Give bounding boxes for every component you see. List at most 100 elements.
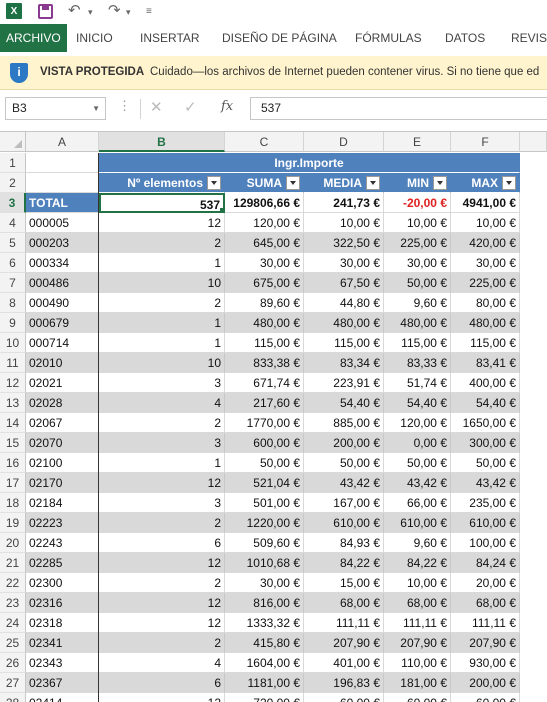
row-header[interactable]: 10 [0,333,26,353]
cell[interactable]: 3 [99,373,225,393]
select-all-button[interactable] [0,132,26,152]
row-header[interactable]: 19 [0,513,26,533]
row-label-cell[interactable]: 000490 [26,293,99,313]
row-header[interactable]: 14 [0,413,26,433]
cell[interactable]: 111,11 € [304,613,384,633]
tab-diseno-pagina[interactable]: DISEÑO DE PÁGINA [222,24,337,52]
cell[interactable]: 84,22 € [304,553,384,573]
cell[interactable]: 60,00 € [304,693,384,702]
name-box[interactable]: B3 ▼ [5,97,106,120]
cell[interactable]: 30,00 € [225,253,304,273]
cell[interactable]: 2 [99,513,225,533]
cell[interactable]: 0,00 € [384,433,451,453]
cell[interactable]: 12 [99,473,225,493]
cell[interactable]: 111,11 € [451,613,520,633]
row-header[interactable]: 25 [0,633,26,653]
cell[interactable]: 30,00 € [384,253,451,273]
cell[interactable]: 84,22 € [384,553,451,573]
pivot-field-header[interactable]: MAX [451,173,520,193]
row-header[interactable]: 1 [0,153,26,173]
column-header-f[interactable]: F [451,132,520,152]
cell[interactable]: 68,00 € [304,593,384,613]
cell[interactable]: 816,00 € [225,593,304,613]
cell[interactable]: 120,00 € [384,413,451,433]
cell[interactable]: 10,00 € [384,573,451,593]
row-header[interactable]: 7 [0,273,26,293]
row-header[interactable]: 6 [0,253,26,273]
row-label-cell[interactable]: 02343 [26,653,99,673]
cell[interactable]: 235,00 € [451,493,520,513]
cell[interactable]: 1333,32 € [225,613,304,633]
chevron-down-icon[interactable]: ▼ [92,98,100,119]
column-header-e[interactable]: E [384,132,451,152]
tab-revisar[interactable]: REVISA [511,24,547,52]
cell[interactable]: 10 [99,273,225,293]
cell[interactable]: 100,00 € [451,533,520,553]
cell[interactable]: 2 [99,573,225,593]
row-label-cell[interactable]: 02243 [26,533,99,553]
cell[interactable]: 1010,68 € [225,553,304,573]
cell[interactable]: 1220,00 € [225,513,304,533]
undo-dropdown-icon[interactable]: ▾ [88,7,93,18]
cell[interactable]: 480,00 € [451,313,520,333]
cell[interactable]: 83,33 € [384,353,451,373]
row-label-cell[interactable]: 02316 [26,593,99,613]
row-label-cell[interactable]: 02414 [26,693,99,702]
cell[interactable]: 20,00 € [451,573,520,593]
row-label-cell[interactable]: 02067 [26,413,99,433]
row-header[interactable]: 13 [0,393,26,413]
cell[interactable]: 84,93 € [304,533,384,553]
cell[interactable]: 509,60 € [225,533,304,553]
cell[interactable]: 217,60 € [225,393,304,413]
cell[interactable]: 675,00 € [225,273,304,293]
row-label-cell[interactable]: 02010 [26,353,99,373]
cell[interactable]: 110,00 € [384,653,451,673]
cell[interactable]: 60,00 € [384,693,451,702]
cell[interactable]: 12 [99,693,225,702]
row-header[interactable]: 4 [0,213,26,233]
cell[interactable]: 83,34 € [304,353,384,373]
cell[interactable]: 51,74 € [384,373,451,393]
row-header[interactable]: 18 [0,493,26,513]
cell[interactable]: 720,00 € [225,693,304,702]
cell[interactable]: 10,00 € [304,213,384,233]
row-header[interactable]: 20 [0,533,26,553]
cell[interactable]: 68,00 € [384,593,451,613]
cell[interactable]: 207,90 € [304,633,384,653]
cell[interactable]: 89,60 € [225,293,304,313]
cell[interactable]: 930,00 € [451,653,520,673]
cell[interactable]: 68,00 € [451,593,520,613]
cell[interactable]: 10 [99,353,225,373]
cell[interactable]: 50,00 € [384,453,451,473]
filter-icon[interactable] [433,176,447,190]
cell[interactable]: 225,00 € [384,233,451,253]
filter-icon[interactable] [207,176,221,190]
cell[interactable]: 129806,66 € [225,193,304,213]
row-header[interactable]: 9 [0,313,26,333]
row-header[interactable]: 2 [0,173,26,193]
cell[interactable]: 1 [99,313,225,333]
cell[interactable]: 6 [99,533,225,553]
cell[interactable]: 207,90 € [384,633,451,653]
cell[interactable]: 833,38 € [225,353,304,373]
cell[interactable]: 3 [99,493,225,513]
row-header[interactable]: 27 [0,673,26,693]
row-label-cell[interactable]: 02028 [26,393,99,413]
row-label-cell[interactable]: 000334 [26,253,99,273]
cell[interactable]: 1650,00 € [451,413,520,433]
row-label-cell[interactable]: 02285 [26,553,99,573]
cell[interactable]: -20,00 € [384,193,451,213]
cell[interactable]: 10,00 € [384,213,451,233]
cell[interactable]: 1604,00 € [225,653,304,673]
insert-function-icon[interactable]: fx [221,99,233,114]
row-label-cell[interactable]: 000005 [26,213,99,233]
pivot-group-header[interactable]: Ingr.Importe [99,153,520,173]
filter-icon[interactable] [366,176,380,190]
cell[interactable]: 2 [99,633,225,653]
cell[interactable]: 115,00 € [451,333,520,353]
cell[interactable]: 50,00 € [225,453,304,473]
cell[interactable]: 480,00 € [225,313,304,333]
cell[interactable]: 1181,00 € [225,673,304,693]
row-label-cell[interactable]: 02223 [26,513,99,533]
row-header[interactable]: 12 [0,373,26,393]
